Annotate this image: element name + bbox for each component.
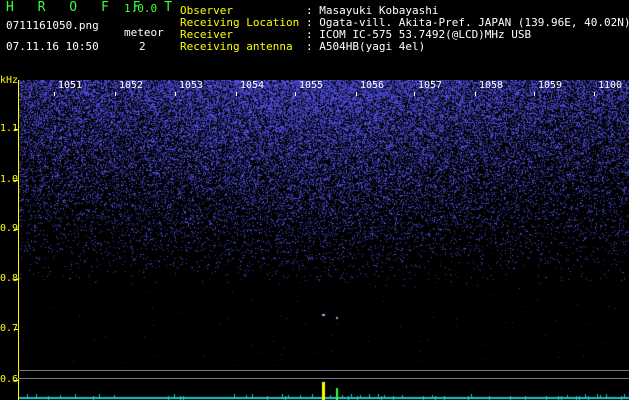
receiver-key: Receiver (180, 28, 233, 41)
baseline-upper (18, 370, 629, 371)
x-tick-label: 1058 (479, 80, 504, 91)
x-tick-label: 1052 (119, 80, 144, 91)
location-key: Receiving Location (180, 16, 300, 29)
x-tick-mark (54, 92, 55, 96)
frequency-unit-label: kHz (0, 75, 19, 86)
y-tick-mark (14, 380, 18, 381)
x-tick-label: 1053 (179, 80, 204, 91)
observation-datetime: 07.11.16 10:50 (6, 40, 99, 53)
receiver-value: : ICOM IC-575 53.7492(@LCD)MHz USB (306, 28, 532, 41)
x-tick-mark (175, 92, 176, 96)
meteor-count: 2 (139, 40, 146, 53)
antenna-value: : A504HB(yagi 4el) (306, 40, 426, 53)
image-filename: 0711161050.png (6, 19, 99, 32)
x-tick-mark (475, 92, 476, 96)
y-tick-mark (14, 329, 18, 330)
x-tick-mark (356, 92, 357, 96)
x-tick-label: 1051 (58, 80, 83, 91)
location-value: : Ogata-vill. Akita-Pref. JAPAN (139.96E… (306, 16, 629, 29)
x-tick-label: 1057 (418, 80, 443, 91)
y-tick-mark (14, 279, 18, 280)
x-tick-mark (295, 92, 296, 96)
x-tick-label: 1055 (299, 80, 324, 91)
antenna-key: Receiving antenna (180, 40, 293, 53)
x-tick-label: 1100 (598, 80, 623, 91)
app-version: 1.0.0 (124, 2, 158, 15)
y-tick-mark (14, 129, 18, 130)
baseline-lower (18, 378, 629, 379)
y-axis-line (18, 80, 19, 400)
x-tick-mark (236, 92, 237, 96)
x-tick-label: 1054 (240, 80, 265, 91)
observer-key: Observer (180, 4, 233, 17)
spectrogram-plot (18, 80, 629, 400)
x-tick-label: 1059 (538, 80, 563, 91)
x-tick-label: 1056 (360, 80, 385, 91)
y-tick-mark (14, 229, 18, 230)
y-tick-mark (14, 180, 18, 181)
observer-value: : Masayuki Kobayashi (306, 4, 439, 17)
meteor-label: meteor (124, 26, 164, 39)
x-tick-mark (594, 92, 595, 96)
x-tick-mark (115, 92, 116, 96)
x-tick-mark (414, 92, 415, 96)
x-tick-mark (534, 92, 535, 96)
